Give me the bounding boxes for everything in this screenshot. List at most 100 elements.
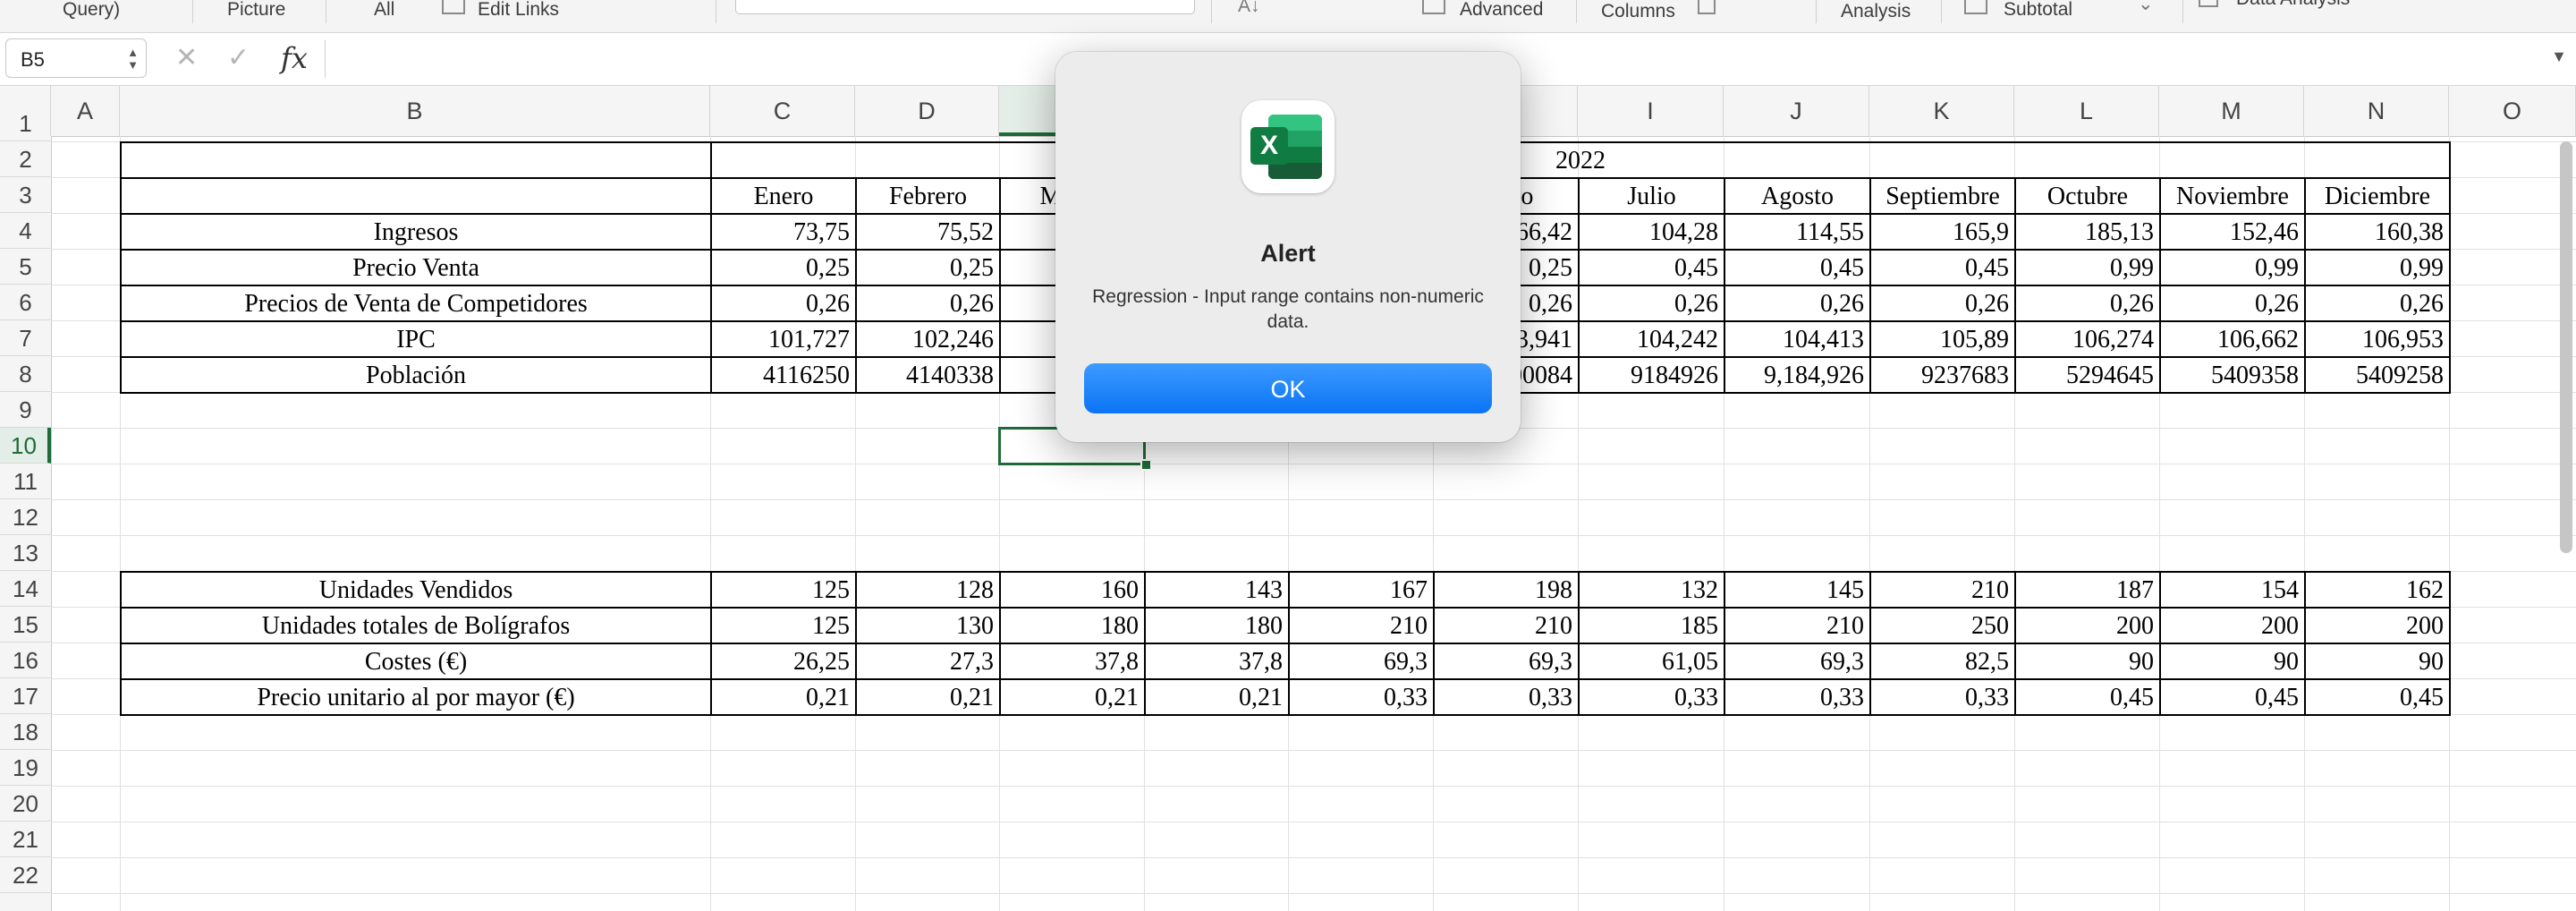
table1-cell[interactable]: 106,662 — [2159, 320, 2306, 358]
table2-cell[interactable]: 0,33 — [1724, 678, 1871, 716]
row-header-17[interactable]: 17 — [0, 678, 51, 714]
table1-cell[interactable]: 104,242 — [1578, 320, 1725, 358]
expand-formula-bar-icon[interactable]: ▼ — [2551, 47, 2567, 66]
table2-cell[interactable]: 187 — [2014, 571, 2161, 609]
table1-cell[interactable]: 165,9 — [1869, 213, 2016, 251]
row-header-8[interactable]: 8 — [0, 356, 51, 392]
table1-row-label[interactable]: Precio Venta — [120, 249, 712, 286]
column-header-j[interactable]: J — [1724, 86, 1869, 136]
table1-cell[interactable]: 101,727 — [710, 320, 857, 358]
column-header-n[interactable]: N — [2304, 86, 2449, 136]
table2-cell[interactable]: 0,21 — [999, 678, 1146, 716]
table2-cell[interactable]: 26,25 — [710, 643, 857, 680]
ribbon-subtotal-label[interactable]: Subtotal — [2004, 0, 2072, 20]
table1-cell[interactable]: 0,26 — [855, 285, 1001, 322]
table1-cell[interactable]: 104,413 — [1724, 320, 1871, 358]
insert-function-icon[interactable]: fx — [281, 40, 308, 76]
table1-cell[interactable]: 160,38 — [2304, 213, 2451, 251]
table2-cell[interactable]: 0,45 — [2014, 678, 2161, 716]
ribbon-refresh-all-label[interactable]: All — [374, 0, 394, 20]
table1-cell[interactable]: 5294645 — [2014, 356, 2161, 394]
table2-cell[interactable]: 180 — [999, 607, 1146, 644]
table2-cell[interactable]: 125 — [710, 607, 857, 644]
table1-cell[interactable]: 9,184,926 — [1724, 356, 1871, 394]
row-header-18[interactable]: 18 — [0, 714, 51, 750]
table1-cell[interactable]: 102,246 — [855, 320, 1001, 358]
table1-cell[interactable]: 105,89 — [1869, 320, 2016, 358]
table2-cell[interactable]: 198 — [1433, 571, 1580, 609]
cancel-entry-icon[interactable]: ✕ — [175, 40, 198, 76]
table2-cell[interactable]: 0,33 — [1288, 678, 1435, 716]
vertical-scrollbar[interactable] — [2560, 141, 2572, 553]
row-header-13[interactable]: 13 — [0, 535, 51, 571]
table2-cell[interactable]: 0,33 — [1869, 678, 2016, 716]
table2-cell[interactable]: 90 — [2159, 643, 2306, 680]
table2-cell[interactable]: 210 — [1869, 571, 2016, 609]
table1-cell[interactable]: 114,55 — [1724, 213, 1871, 251]
table2-cell[interactable]: 69,3 — [1724, 643, 1871, 680]
ribbon-data-type-box[interactable] — [735, 0, 1195, 14]
table1-cell[interactable]: 0,26 — [2014, 285, 2161, 322]
month-header[interactable]: Diciembre — [2304, 177, 2451, 215]
month-header[interactable]: Agosto — [1724, 177, 1871, 215]
row-header-9[interactable]: 9 — [0, 392, 51, 428]
row-header-20[interactable]: 20 — [0, 786, 51, 822]
row-header-21[interactable]: 21 — [0, 822, 51, 857]
column-header-k[interactable]: K — [1869, 86, 2014, 136]
table2-cell[interactable]: 37,8 — [1144, 643, 1290, 680]
table2-cell[interactable]: 200 — [2304, 607, 2451, 644]
column-header-i[interactable]: I — [1578, 86, 1724, 136]
table2-cell[interactable]: 180 — [1144, 607, 1290, 644]
table1-cell[interactable]: 9184926 — [1578, 356, 1725, 394]
table1-cell[interactable]: 0,25 — [855, 249, 1001, 286]
table2-row-label[interactable]: Precio unitario al por mayor (€) — [120, 678, 712, 716]
table1-cell[interactable]: 152,46 — [2159, 213, 2306, 251]
table2-cell[interactable]: 0,45 — [2304, 678, 2451, 716]
row-header-2[interactable]: 2 — [0, 141, 51, 177]
table2-cell[interactable]: 0,21 — [1144, 678, 1290, 716]
row-header-3[interactable]: 3 — [0, 177, 51, 213]
table1-cell[interactable]: 185,13 — [2014, 213, 2161, 251]
table1-year-header[interactable]: 2022 — [710, 141, 2451, 179]
table1-row-label[interactable]: IPC — [120, 320, 712, 358]
table2-cell[interactable]: 143 — [1144, 571, 1290, 609]
table2-cell[interactable]: 69,3 — [1288, 643, 1435, 680]
table2-cell[interactable]: 160 — [999, 571, 1146, 609]
table2-cell[interactable]: 154 — [2159, 571, 2306, 609]
table1-cell[interactable]: 0,99 — [2014, 249, 2161, 286]
table1-cell[interactable]: 0,26 — [1724, 285, 1871, 322]
table1-row-label[interactable]: Ingresos — [120, 213, 712, 251]
table2-cell[interactable]: 61,05 — [1578, 643, 1725, 680]
row-header-14[interactable]: 14 — [0, 571, 51, 607]
table2-cell[interactable]: 210 — [1433, 607, 1580, 644]
table1-cell[interactable]: 5409258 — [2304, 356, 2451, 394]
confirm-entry-icon[interactable]: ✓ — [227, 40, 250, 76]
table2-cell[interactable]: 145 — [1724, 571, 1871, 609]
name-box-stepper-icon[interactable]: ▲ ▼ — [127, 47, 139, 72]
row-header-10[interactable]: 10 — [0, 428, 51, 464]
row-header-6[interactable]: 6 — [0, 285, 51, 320]
table2-cell[interactable]: 167 — [1288, 571, 1435, 609]
table2-cell[interactable]: 0,21 — [855, 678, 1001, 716]
table2-cell[interactable]: 0,45 — [2159, 678, 2306, 716]
table1-row-label[interactable]: Precios de Venta de Competidores — [120, 285, 712, 322]
table1-cell[interactable]: 9237683 — [1869, 356, 2016, 394]
ribbon-picture-label[interactable]: Picture — [227, 0, 285, 20]
column-header-l[interactable]: L — [2014, 86, 2159, 136]
table2-cell[interactable]: 210 — [1724, 607, 1871, 644]
month-header[interactable]: Octubre — [2014, 177, 2161, 215]
row-header-7[interactable]: 7 — [0, 320, 51, 356]
table1-cell[interactable]: 0,26 — [2304, 285, 2451, 322]
row-header-12[interactable]: 12 — [0, 499, 51, 535]
table1-cell[interactable]: 0,45 — [1578, 249, 1725, 286]
table2-row-label[interactable]: Unidades totales de Bolígrafos — [120, 607, 712, 644]
ribbon-text-to-columns-label[interactable]: Columns — [1601, 2, 1675, 21]
column-header-a[interactable]: A — [51, 86, 120, 136]
table2-cell[interactable]: 37,8 — [999, 643, 1146, 680]
table2-cell[interactable]: 0,33 — [1433, 678, 1580, 716]
month-header[interactable]: Julio — [1578, 177, 1725, 215]
table1-cell[interactable]: 0,99 — [2304, 249, 2451, 286]
column-header-m[interactable]: M — [2159, 86, 2304, 136]
table2-cell[interactable]: 200 — [2159, 607, 2306, 644]
table2-cell[interactable]: 128 — [855, 571, 1001, 609]
